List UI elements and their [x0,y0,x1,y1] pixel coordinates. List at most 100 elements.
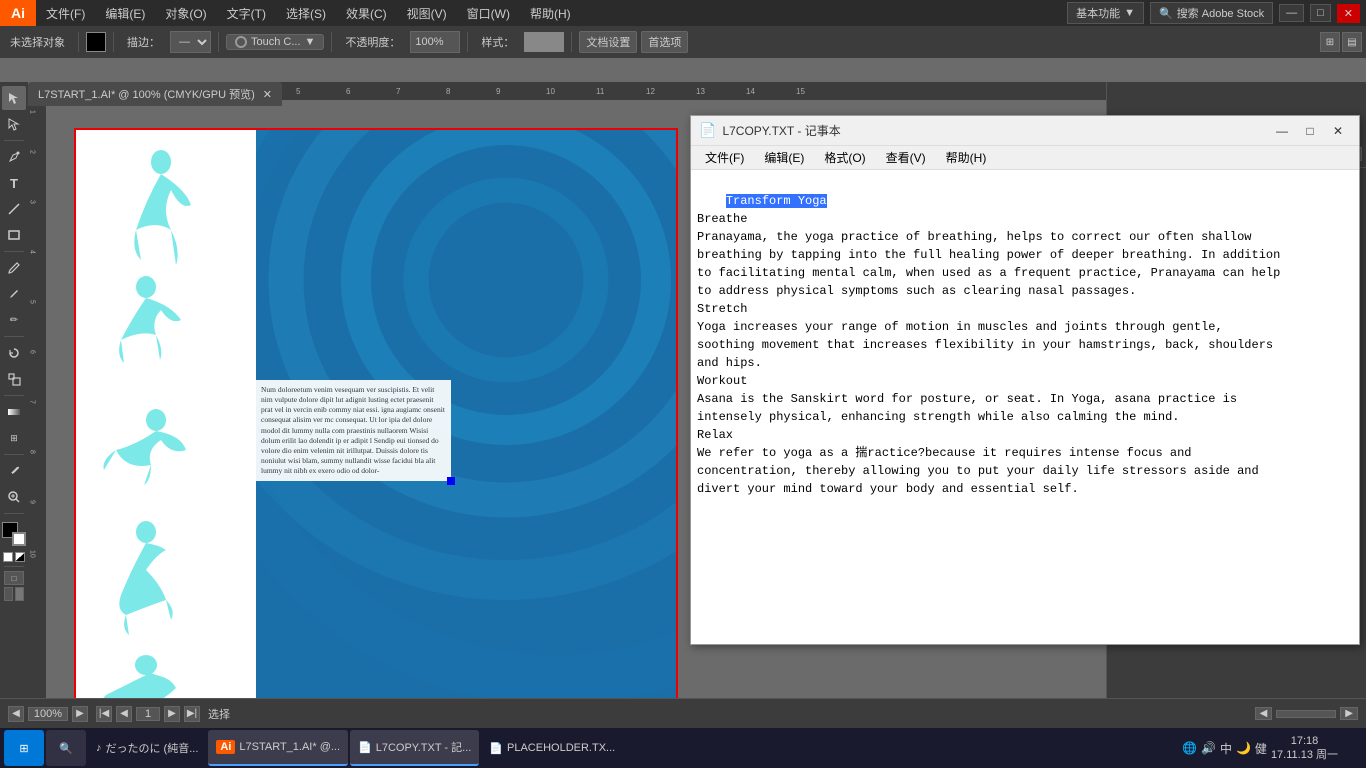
notepad-selected-text: Transform Yoga [726,194,827,208]
notepad-window-buttons: — □ ✕ [1269,120,1351,142]
page-number-input[interactable] [136,707,160,721]
zoom-plus-btn[interactable]: ▶ [72,706,88,722]
rect-tool[interactable] [2,223,26,247]
text-overlay-box[interactable]: Num doloreetum venim vesequam ver suscip… [256,380,451,481]
np-menu-help[interactable]: 帮助(H) [936,146,997,170]
fill-color-swatch[interactable] [86,32,106,52]
np-menu-edit[interactable]: 编辑(E) [754,146,814,170]
page-prev-btn[interactable]: ◀ [116,706,132,722]
pen-tool[interactable] [2,145,26,169]
paintbrush-tool[interactable] [2,256,26,280]
menu-effect[interactable]: 效果(C) [336,0,397,26]
blob-brush-tool[interactable]: ✏ [2,308,26,332]
network-icon[interactable]: 🌐 [1182,741,1197,755]
menu-object[interactable]: 对象(O) [155,0,216,26]
taskbar-item-notepad[interactable]: 📄 L7COPY.TXT - 記... [350,730,479,766]
doc-tab-name: L7START_1.AI* @ 100% (CMYK/GPU 预览) [38,86,255,102]
music-icon: ♪ [96,742,102,754]
menu-text[interactable]: 文字(T) [217,0,276,26]
music-label: だったのに (純音... [106,740,199,756]
gradient-tool[interactable] [2,400,26,424]
menu-help[interactable]: 帮助(H) [520,0,581,26]
notepad-icon: 📄 [699,122,716,139]
direct-selection-tool[interactable] [2,112,26,136]
opacity-input[interactable] [410,31,460,53]
status-bar: ◀ ▶ |◀ ◀ ▶ ▶| 选择 ◀ ▶ [0,698,1366,728]
touch-mode-selector[interactable]: Touch C... ▼ [226,34,324,50]
doc-settings-btn[interactable]: 文档设置 [579,31,637,53]
notepad-minimize-btn[interactable]: — [1269,120,1295,142]
line-tool[interactable] [2,197,26,221]
color-swatches[interactable] [2,522,26,546]
zoom-minus-btn[interactable]: ◀ [8,706,24,722]
type-tool[interactable]: T [2,171,26,195]
top-menus: 文件(F) 编辑(E) 对象(O) 文字(T) 选择(S) 效果(C) 视图(V… [36,0,581,26]
search-icon: 🔍 [1159,7,1173,20]
selection-tool[interactable] [2,86,26,110]
feature-mode-selector[interactable]: 基本功能 ▼ [1067,2,1144,24]
start-button[interactable]: ⊞ [4,730,44,766]
speaker-icon[interactable]: 🔊 [1201,741,1216,755]
taskbar-right: 🌐 🔊 中 🌙 健 17:18 17.11.13 周一 [1182,730,1362,766]
taskbar-item-illustrator[interactable]: Ai L7START_1.AI* @... [208,730,348,766]
mesh-tool[interactable]: ⊞ [2,426,26,450]
scroll-controls: ◀ ▶ [1255,707,1358,720]
page-first-btn[interactable]: |◀ [96,706,112,722]
screen-mode-btn2[interactable] [15,587,24,601]
stroke-selector[interactable]: — [170,31,211,53]
swap-colors-icon[interactable] [3,552,13,562]
document-tab[interactable]: L7START_1.AI* @ 100% (CMYK/GPU 预览) ✕ [28,82,282,106]
stroke-swatch[interactable] [12,532,26,546]
taskbar-item-music[interactable]: ♪ だったのに (純音... [88,730,206,766]
page-next-btn[interactable]: ▶ [164,706,180,722]
menu-file[interactable]: 文件(F) [36,0,95,26]
rotate-tool[interactable] [2,341,26,365]
eyedropper-tool[interactable] [2,459,26,483]
zoom-input[interactable] [28,707,68,721]
mode-switchers: □ [4,571,24,601]
doc-tab-close-icon[interactable]: ✕ [263,88,272,101]
page-nav: |◀ ◀ ▶ ▶| [96,706,200,722]
maximize-btn[interactable]: □ [1310,4,1331,22]
minimize-btn[interactable]: — [1279,4,1304,22]
page-last-btn[interactable]: ▶| [184,706,200,722]
notepad-maximize-btn[interactable]: □ [1297,120,1323,142]
np-menu-file[interactable]: 文件(F) [695,146,754,170]
notepad-taskbar-label: L7COPY.TXT - 記... [376,739,472,755]
zoom-tool[interactable] [2,485,26,509]
pencil-tool[interactable] [2,282,26,306]
normal-mode-btn[interactable]: □ [4,571,24,585]
resize-handle[interactable] [447,477,455,485]
taskbar-item-placeholder[interactable]: 📄 PLACEHOLDER.TX... [481,730,623,766]
view-panel-icon[interactable]: ▤ [1342,32,1362,52]
np-menu-format[interactable]: 格式(O) [814,146,875,170]
health-indicator: 健 [1255,740,1267,757]
scroll-left-btn[interactable]: ◀ [1255,707,1273,720]
show-desktop-btn[interactable] [1342,730,1358,766]
taskbar-time[interactable]: 17:18 17.11.13 周一 [1271,734,1338,763]
style-swatch[interactable] [524,32,564,52]
view-grid-icon[interactable]: ⊞ [1320,32,1340,52]
ime-cn-indicator[interactable]: 中 [1220,740,1232,757]
toolbar-divider-1 [78,32,79,52]
notepad-close-btn[interactable]: ✕ [1325,120,1351,142]
preferences-btn[interactable]: 首选项 [641,31,688,53]
horizontal-scrollbar[interactable] [1276,710,1336,718]
scroll-right-btn[interactable]: ▶ [1340,707,1358,720]
ai-logo: Ai [0,0,36,26]
default-colors-icon[interactable] [15,552,25,562]
menu-select[interactable]: 选择(S) [276,0,336,26]
close-app-btn[interactable]: ✕ [1337,4,1360,23]
screen-mode-btn1[interactable] [4,587,13,601]
np-menu-view[interactable]: 查看(V) [876,146,936,170]
menu-view[interactable]: 视图(V) [397,0,457,26]
ai-taskbar-icon: Ai [216,740,235,754]
zoom-control: ◀ ▶ [8,706,88,722]
svg-text:1: 1 [29,110,36,114]
search-stock-btn[interactable]: 🔍 搜索 Adobe Stock [1150,2,1273,24]
scale-tool[interactable] [2,367,26,391]
menu-window[interactable]: 窗口(W) [457,0,520,26]
search-button[interactable]: 🔍 [46,730,86,766]
menu-edit[interactable]: 编辑(E) [95,0,155,26]
notepad-text-content[interactable]: Transform Yoga Breathe Pranayama, the yo… [691,170,1359,644]
